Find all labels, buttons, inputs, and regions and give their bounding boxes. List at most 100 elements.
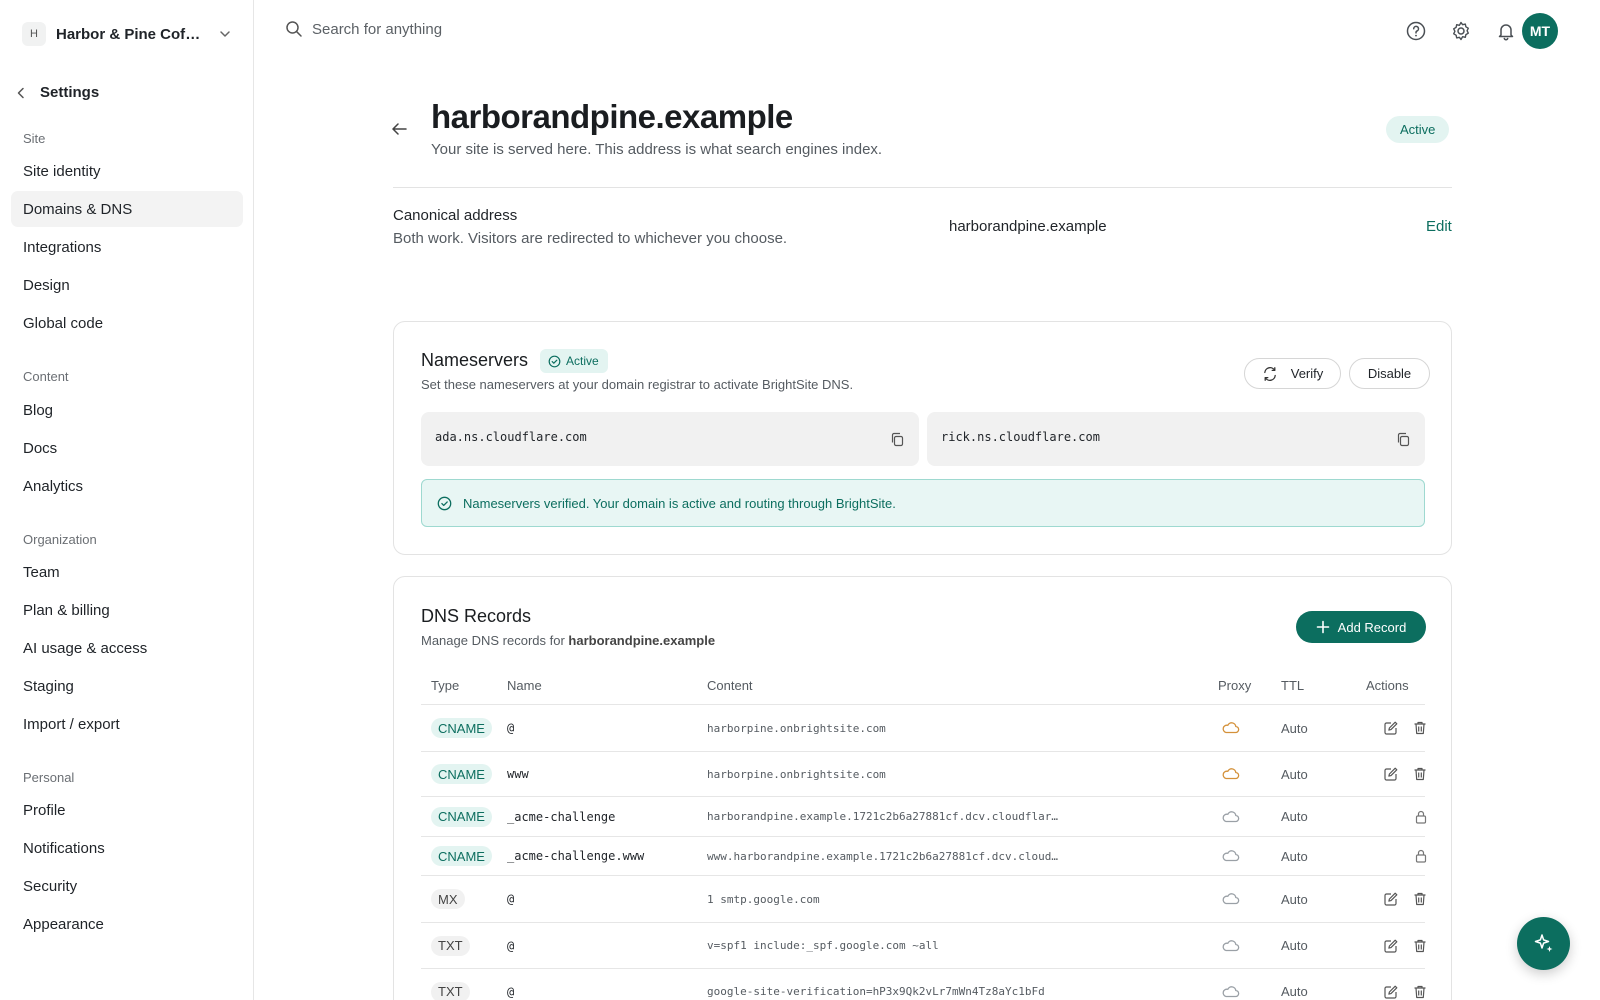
record-type-badge: TXT [431, 981, 470, 1000]
check-circle-icon [548, 355, 561, 367]
page-title: harborandpine.example [431, 98, 793, 135]
cloud-proxied-icon[interactable] [1221, 720, 1241, 736]
table-row: CNAME @ harborpine.onbrightsite.com Auto [421, 704, 1428, 751]
canonical-label: Canonical address [393, 207, 518, 224]
nameservers-status-badge: Active [540, 349, 608, 373]
nameservers-title: Nameservers [421, 350, 529, 370]
sidebar-item-docs[interactable]: Docs [11, 430, 243, 466]
edit-icon[interactable] [1383, 720, 1399, 736]
org-switcher[interactable]: H Harbor & Pine Coffee Co. [22, 21, 232, 47]
record-type-badge: TXT [431, 935, 470, 956]
sidebar-item-profile[interactable]: Profile [11, 792, 243, 828]
help-icon[interactable] [1405, 20, 1427, 42]
bell-icon[interactable] [1495, 20, 1517, 42]
record-content: www.harborandpine.example.1721c2b6a27881… [707, 849, 1059, 863]
edit-icon[interactable] [1383, 938, 1399, 954]
canonical-value: harborandpine.example [949, 218, 1107, 235]
nameservers-status-label: Active [566, 354, 599, 368]
sidebar-item-analytics[interactable]: Analytics [11, 468, 243, 504]
add-record-label: Add Record [1337, 619, 1407, 635]
sidebar-item-global-code[interactable]: Global code [11, 305, 243, 341]
sidebar-item-security[interactable]: Security [11, 868, 243, 904]
nav-section-personal: Personal [23, 770, 75, 785]
sidebar-item-plan-billing[interactable]: Plan & billing [11, 592, 243, 628]
lock-icon [1413, 809, 1429, 825]
copy-icon[interactable] [1396, 432, 1411, 447]
arrow-left-icon[interactable] [390, 120, 408, 138]
search-input[interactable]: Search for anything [285, 20, 442, 38]
sidebar-item-team[interactable]: Team [11, 554, 243, 590]
table-row: CNAME www harborpine.onbrightsite.com Auto [421, 751, 1428, 796]
record-ttl: Auto [1281, 720, 1308, 736]
trash-icon[interactable] [1412, 984, 1428, 1000]
sidebar-item-domains-dns[interactable]: Domains & DNS [11, 191, 243, 227]
ai-assistant-button[interactable] [1517, 917, 1570, 970]
cloud-proxied-icon[interactable] [1221, 766, 1241, 782]
record-content: 1 smtp.google.com [707, 892, 820, 906]
avatar[interactable]: MT [1522, 13, 1558, 49]
record-name: www [507, 767, 529, 781]
verify-label: Verify [1290, 366, 1324, 381]
gear-icon[interactable] [1450, 20, 1472, 42]
record-ttl: Auto [1281, 938, 1308, 953]
trash-icon[interactable] [1412, 766, 1428, 782]
trash-icon[interactable] [1412, 720, 1428, 736]
record-ttl: Auto [1281, 891, 1308, 907]
column-header-actions: Actions [1366, 678, 1409, 693]
cloud-icon[interactable] [1221, 809, 1241, 825]
edit-icon[interactable] [1383, 766, 1399, 782]
sidebar-item-import-export[interactable]: Import / export [11, 706, 243, 742]
sidebar-item-notifications[interactable]: Notifications [11, 830, 243, 866]
sidebar: H Harbor & Pine Coffee Co. Settings Site… [0, 0, 254, 1000]
nameserver-value: rick.ns.cloudflare.com [941, 430, 1100, 444]
edit-icon[interactable] [1383, 984, 1399, 1000]
sidebar-item-staging[interactable]: Staging [11, 668, 243, 704]
canonical-description: Both work. Visitors are redirected to wh… [393, 230, 788, 247]
trash-icon[interactable] [1412, 938, 1428, 954]
search-icon [285, 20, 303, 38]
settings-back-button[interactable]: Settings [14, 84, 99, 101]
record-name: @ [507, 721, 515, 735]
edit-icon[interactable] [1383, 891, 1399, 907]
sparkles-icon [1534, 933, 1552, 952]
nav-section-site: Site [23, 131, 46, 146]
sidebar-item-integrations[interactable]: Integrations [11, 229, 243, 265]
sidebar-item-site-identity[interactable]: Site identity [11, 153, 243, 189]
record-name: @ [507, 892, 515, 906]
record-type-badge: CNAME [431, 806, 492, 827]
record-name: _acme-challenge [507, 809, 616, 824]
column-header-name: Name [507, 678, 542, 693]
record-content: v=spf1 include:_spf.google.com ~all [707, 939, 939, 952]
add-record-button[interactable]: Add Record [1296, 611, 1426, 643]
record-ttl: Auto [1281, 766, 1308, 782]
record-content: harborandpine.example.1721c2b6a27881cf.d… [707, 810, 1059, 823]
sidebar-item-ai-usage[interactable]: AI usage & access [11, 630, 243, 666]
settings-label: Settings [40, 84, 100, 101]
record-content: harborpine.onbrightsite.com [707, 767, 886, 781]
sidebar-item-blog[interactable]: Blog [11, 392, 243, 428]
sidebar-item-appearance[interactable]: Appearance [11, 906, 243, 942]
success-message: Nameservers verified. Your domain is act… [463, 495, 896, 511]
column-header-ttl: TTL [1281, 678, 1305, 693]
record-content: google-site-verification=hP3x9Qk2vLr7mWn… [707, 985, 1045, 998]
lock-icon [1413, 848, 1429, 864]
sidebar-item-design[interactable]: Design [11, 267, 243, 303]
plus-icon [1316, 620, 1329, 634]
disable-button[interactable]: Disable [1349, 358, 1430, 389]
cloud-icon[interactable] [1221, 891, 1241, 907]
cloud-icon[interactable] [1221, 984, 1241, 1000]
record-ttl: Auto [1281, 984, 1308, 999]
verify-button[interactable]: Verify [1244, 358, 1341, 389]
org-avatar: H [22, 22, 46, 46]
table-row: CNAME _acme-challenge harborandpine.exampl… [421, 796, 1427, 836]
copy-icon[interactable] [890, 432, 905, 447]
canonical-edit-link[interactable]: Edit [1426, 218, 1452, 235]
cloud-icon[interactable] [1221, 938, 1241, 954]
record-name: _acme-challenge.www [507, 849, 645, 863]
trash-icon[interactable] [1412, 891, 1428, 907]
record-content: harborpine.onbrightsite.com [707, 721, 886, 735]
refresh-icon [1263, 366, 1276, 381]
status-badge: Active [1386, 116, 1450, 143]
record-ttl: Auto [1281, 809, 1308, 824]
cloud-icon[interactable] [1221, 848, 1241, 864]
